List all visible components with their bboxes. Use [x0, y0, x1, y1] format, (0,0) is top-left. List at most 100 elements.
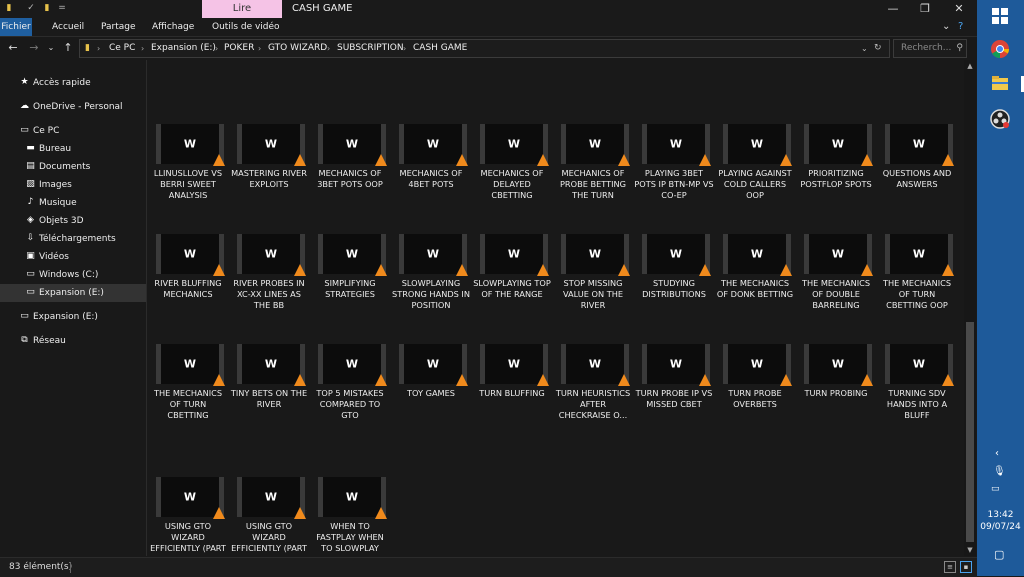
- video-thumbnail[interactable]: W: [237, 477, 306, 519]
- microphone-icon[interactable]: 🎙: [993, 466, 1006, 477]
- sidebar-item-onedrive[interactable]: ☁ OneDrive - Personal: [0, 98, 146, 116]
- scroll-down-icon[interactable]: ▼: [964, 544, 976, 556]
- tab-outils-de-video[interactable]: Outils de vidéo: [212, 18, 280, 36]
- sidebar-item-bureau[interactable]: ▬ Bureau: [0, 140, 146, 158]
- sidebar-item-acces-rapide[interactable]: ★ Accès rapide: [0, 74, 146, 92]
- drive-icon: ▭: [20, 311, 29, 321]
- video-thumbnail[interactable]: W: [885, 344, 954, 386]
- video-thumbnail[interactable]: W: [399, 344, 468, 386]
- chevron-right-icon[interactable]: ›: [97, 40, 100, 57]
- large-icons-view-icon[interactable]: ▪: [960, 561, 972, 573]
- clock-date[interactable]: 09/07/24: [977, 522, 1024, 532]
- sidebar-item-musique[interactable]: ♪ Musique: [0, 194, 146, 212]
- chevron-right-icon[interactable]: ›: [141, 40, 144, 57]
- breadcrumb-poker[interactable]: POKER: [224, 40, 254, 57]
- sidebar-item-documents[interactable]: ▤ Documents: [0, 158, 146, 176]
- video-thumbnail[interactable]: W: [723, 124, 792, 166]
- sidebar-item-images[interactable]: ▨ Images: [0, 176, 146, 194]
- video-thumbnail[interactable]: W: [237, 124, 306, 166]
- video-thumbnail[interactable]: W: [399, 124, 468, 166]
- network-tray-icon[interactable]: ▭: [991, 484, 1000, 494]
- scrollbar-thumb[interactable]: [966, 322, 974, 542]
- video-thumbnail[interactable]: W: [237, 344, 306, 386]
- video-thumbnail[interactable]: W: [642, 234, 711, 276]
- tab-affichage[interactable]: Affichage: [152, 18, 194, 36]
- chevron-right-icon[interactable]: ›: [215, 40, 218, 57]
- video-thumbnail[interactable]: W: [561, 234, 630, 276]
- tab-fichier[interactable]: Fichier: [0, 18, 32, 36]
- chevron-right-icon[interactable]: ›: [258, 40, 261, 57]
- maximize-button[interactable]: ❐: [910, 0, 940, 18]
- video-thumbnail[interactable]: W: [318, 477, 387, 519]
- tab-accueil[interactable]: Accueil: [52, 18, 84, 36]
- new-folder-icon[interactable]: ▮: [42, 3, 52, 14]
- video-thumbnail[interactable]: W: [480, 124, 549, 166]
- sidebar-item-expansion-e-selected[interactable]: ▭ Expansion (E:): [0, 284, 146, 302]
- sidebar-item-reseau[interactable]: ⧉ Réseau: [0, 332, 146, 350]
- up-icon[interactable]: ↑: [61, 40, 75, 56]
- vlc-cone-icon: [537, 374, 549, 386]
- breadcrumb-cash-game[interactable]: CASH GAME: [413, 40, 467, 57]
- breadcrumb-subscription[interactable]: SUBSCRIPTION: [337, 40, 404, 57]
- sidebar-item-objets-3d[interactable]: ◈ Objets 3D: [0, 212, 146, 230]
- video-thumbnail[interactable]: W: [804, 344, 873, 386]
- chevron-right-icon[interactable]: ›: [327, 40, 330, 57]
- video-thumbnail[interactable]: W: [723, 234, 792, 276]
- forward-icon[interactable]: →: [27, 40, 41, 56]
- video-thumbnail[interactable]: W: [480, 234, 549, 276]
- video-thumbnail[interactable]: W: [885, 234, 954, 276]
- video-thumbnail[interactable]: W: [318, 344, 387, 386]
- video-thumbnail[interactable]: W: [561, 124, 630, 166]
- breadcrumb-ce-pc[interactable]: Ce PC: [109, 40, 135, 57]
- video-thumbnail[interactable]: W: [723, 344, 792, 386]
- ribbon-collapse-icon[interactable]: ⌄: [942, 18, 950, 36]
- video-thumbnail[interactable]: W: [156, 344, 225, 386]
- notifications-icon[interactable]: ▢: [994, 548, 1004, 561]
- sidebar-item-windows-c[interactable]: ▭ Windows (C:): [0, 266, 146, 284]
- chevron-left-icon[interactable]: ‹: [995, 448, 999, 459]
- video-thumbnail[interactable]: W: [156, 477, 225, 519]
- video-thumbnail[interactable]: W: [156, 234, 225, 276]
- address-bar[interactable]: ▮ › Ce PC › Expansion (E:) › POKER › GTO…: [79, 39, 890, 58]
- breadcrumb-gto-wizard[interactable]: GTO WIZARD: [268, 40, 327, 57]
- video-thumbnail[interactable]: W: [642, 344, 711, 386]
- quick-access-dropdown-icon[interactable]: =: [57, 3, 67, 14]
- video-thumbnail[interactable]: W: [885, 124, 954, 166]
- chrome-icon[interactable]: [989, 38, 1011, 60]
- search-box[interactable]: Recherch... ⚲: [893, 39, 967, 58]
- video-thumbnail[interactable]: W: [237, 234, 306, 276]
- recent-dropdown-icon[interactable]: ⌄: [44, 40, 58, 56]
- video-thumbnail[interactable]: W: [318, 234, 387, 276]
- sidebar-item-expansion-e[interactable]: ▭ Expansion (E:): [0, 308, 146, 326]
- context-tab-lire[interactable]: Lire: [202, 0, 282, 18]
- video-thumbnail[interactable]: W: [804, 124, 873, 166]
- video-thumbnail[interactable]: W: [318, 124, 387, 166]
- chevron-right-icon[interactable]: ›: [403, 40, 406, 57]
- refresh-icon[interactable]: ↻: [874, 40, 882, 57]
- sidebar-item-telechargements[interactable]: ⇩ Téléchargements: [0, 230, 146, 248]
- clock-time[interactable]: 13:42: [977, 510, 1024, 520]
- video-thumbnail[interactable]: W: [480, 344, 549, 386]
- address-dropdown-icon[interactable]: ⌄: [861, 40, 868, 57]
- windows-start-icon[interactable]: [989, 5, 1011, 27]
- back-icon[interactable]: ←: [6, 40, 20, 56]
- tab-partage[interactable]: Partage: [101, 18, 136, 36]
- video-thumbnail[interactable]: W: [561, 344, 630, 386]
- obs-icon[interactable]: [989, 108, 1011, 130]
- vertical-scrollbar[interactable]: ▲ ▼: [964, 60, 976, 556]
- properties-icon[interactable]: ✓: [26, 3, 36, 14]
- video-thumbnail[interactable]: W: [399, 234, 468, 276]
- sidebar-item-videos[interactable]: ▣ Vidéos: [0, 248, 146, 266]
- video-thumbnail[interactable]: W: [156, 124, 225, 166]
- file-explorer-icon[interactable]: [989, 72, 1011, 94]
- search-icon[interactable]: ⚲: [956, 40, 963, 57]
- help-icon[interactable]: ?: [958, 18, 963, 36]
- minimize-button[interactable]: —: [878, 0, 908, 18]
- details-view-icon[interactable]: ≡: [944, 561, 956, 573]
- scroll-up-icon[interactable]: ▲: [964, 60, 976, 72]
- sidebar-item-ce-pc[interactable]: ▭ Ce PC: [0, 122, 146, 140]
- breadcrumb-expansion[interactable]: Expansion (E:): [151, 40, 216, 57]
- close-button[interactable]: ✕: [944, 0, 974, 18]
- video-thumbnail[interactable]: W: [642, 124, 711, 166]
- video-thumbnail[interactable]: W: [804, 234, 873, 276]
